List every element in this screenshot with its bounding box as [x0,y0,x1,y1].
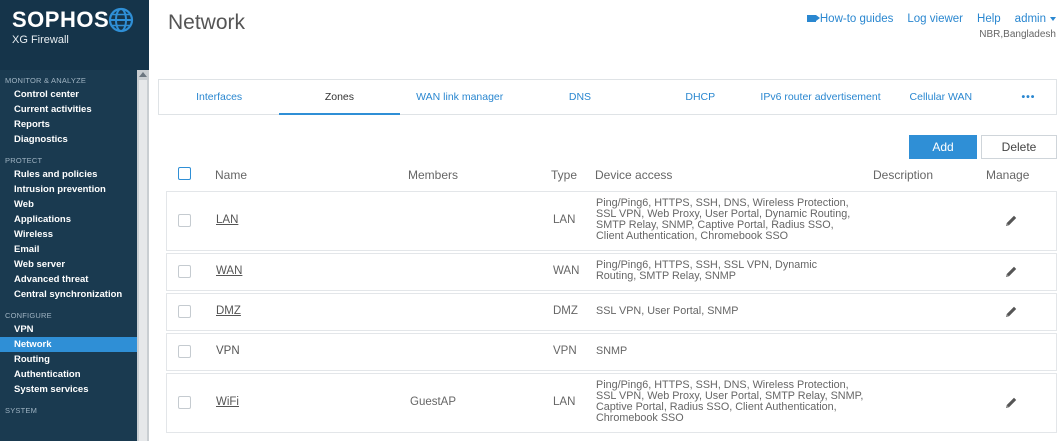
zone-name-link[interactable]: WiFi [216,396,239,408]
column-name: Name [215,168,248,182]
zone-members: GuestAP [410,396,457,408]
sidebar-item-network[interactable]: Network [0,337,137,352]
tab-zones[interactable]: Zones [279,80,400,115]
sidebar-item-wireless[interactable]: Wireless [0,227,137,242]
log-viewer-link[interactable]: Log viewer [907,13,963,25]
chevron-down-icon [1050,16,1056,21]
sidebar-item-control-center[interactable]: Control center [0,87,137,102]
tab-dns[interactable]: DNS [520,80,640,114]
zone-name-link[interactable]: LAN [216,214,238,226]
user-menu[interactable]: admin [1015,13,1056,25]
zone-name-link[interactable]: WAN [216,265,242,277]
sidebar-item-web-server[interactable]: Web server [0,257,137,272]
brand: SOPHOS XG Firewall [0,0,149,70]
edit-pencil-icon[interactable] [1004,214,1018,228]
zone-device-access: SSL VPN, User Portal, SNMP [596,304,866,317]
sidebar-section-title: SYSTEM [5,406,38,415]
edit-pencil-icon[interactable] [1004,396,1018,410]
zone-type: LAN [553,214,576,226]
row-checkbox[interactable] [178,305,191,318]
help-link[interactable]: Help [977,13,1001,25]
sidebar-item-central-synchronization[interactable]: Central synchronization [0,287,137,302]
device-access-line: Routing, SMTP Relay, SNMP [596,270,737,282]
user-name: admin [1014,13,1046,25]
tab-wan-link-manager[interactable]: WAN link manager [400,80,520,114]
sidebar-item-email[interactable]: Email [0,242,137,257]
sidebar-item-reports[interactable]: Reports [0,117,137,132]
select-all-checkbox[interactable] [178,167,191,180]
tab-bar: Interfaces Zones WAN link manager DNS DHCP IP… [158,79,1057,115]
row-checkbox[interactable] [178,265,191,278]
video-camera-icon [806,15,820,22]
column-manage: Manage [986,168,1030,182]
sidebar-section-title: CONFIGURE [5,311,52,320]
scroll-up-icon[interactable] [139,72,147,77]
zone-device-access: SNMP [596,344,866,357]
table-row[interactable]: WiFi GuestAP LAN Ping/Ping6, HTTPS, SSH, DN… [166,373,1057,433]
tab-more-menu[interactable]: ••• [1001,80,1056,114]
how-to-guides-label: How-to guides [819,13,894,25]
sidebar-item-intrusion-prevention[interactable]: Intrusion prevention [0,182,137,197]
device-location: NBR,Bangladesh [979,29,1056,40]
sidebar-item-vpn[interactable]: VPN [0,322,137,337]
scrollbar-thumb[interactable] [139,80,147,441]
add-button[interactable]: Add [909,135,977,159]
zone-type: WAN [553,265,580,277]
row-checkbox[interactable] [178,396,191,409]
zone-name-link[interactable]: DMZ [216,305,241,317]
tab-cellular-wan[interactable]: Cellular WAN [881,80,1001,114]
table-header: Name Members Type Device access Descript… [166,164,1057,186]
table-row[interactable]: LAN LAN Ping/Ping6, HTTPS, SSH, DNS, Wirel… [166,191,1057,251]
sidebar-item-routing[interactable]: Routing [0,352,137,367]
sidebar-item-current-activities[interactable]: Current activities [0,102,137,117]
page-title: Network [168,11,246,34]
tab-ipv6-router-advertisement[interactable]: IPv6 router advertisement [760,80,880,114]
table-row[interactable]: WAN WAN Ping/Ping6, HTTPS, SSH, SSL VPN, D… [166,253,1057,291]
column-device-access: Device access [595,168,673,182]
tab-interfaces[interactable]: Interfaces [159,80,279,114]
zone-type: LAN [553,396,576,408]
edit-pencil-icon[interactable] [1004,265,1018,279]
sidebar: SOPHOS XG Firewall MONITOR & ANALYZE Cont… [0,0,149,441]
edit-pencil-icon[interactable] [1004,305,1018,319]
row-checkbox[interactable] [178,345,191,358]
delete-button[interactable]: Delete [981,135,1057,159]
table-row[interactable]: VPN VPN SNMP [166,333,1057,371]
column-description: Description [873,168,934,182]
sidebar-section-title: MONITOR & ANALYZE [5,76,87,85]
row-checkbox[interactable] [178,214,191,227]
sidebar-item-rules-and-policies[interactable]: Rules and policies [0,167,137,182]
device-access-line: SSL VPN, User Portal, SNMP [596,304,739,317]
device-access-line: Chromebook SSO [596,412,684,424]
device-access-line: Client Authentication, Chromebook SSO [596,230,789,242]
product-name: XG Firewall [12,34,69,46]
sidebar-item-system-services[interactable]: System services [0,382,137,397]
sidebar-scrollbar[interactable] [137,70,149,441]
zone-device-access: Ping/Ping6, HTTPS, SSH, DNS, Wireless Pr… [596,380,866,424]
top-links: How-to guides Log viewer Help admin [793,13,1056,25]
how-to-guides-link[interactable]: How-to guides [806,13,894,25]
sidebar-item-web[interactable]: Web [0,197,137,212]
zone-device-access: Ping/Ping6, HTTPS, SSH, SSL VPN, Dynamic… [596,260,866,282]
column-members: Members [408,168,459,182]
zone-device-access: Ping/Ping6, HTTPS, SSH, DNS, Wireless Pr… [596,198,866,242]
column-type: Type [551,168,578,182]
globe-logo-icon [108,7,134,33]
sidebar-item-authentication[interactable]: Authentication [0,367,137,382]
sidebar-item-applications[interactable]: Applications [0,212,137,227]
device-access-line: SNMP [596,344,628,357]
sidebar-section-title: PROTECT [5,156,43,165]
tab-dhcp[interactable]: DHCP [640,80,760,114]
sidebar-nav: MONITOR & ANALYZE Control center Current a… [0,75,137,417]
zone-type: VPN [553,345,577,357]
sidebar-item-advanced-threat[interactable]: Advanced threat [0,272,137,287]
table-row[interactable]: DMZ DMZ SSL VPN, User Portal, SNMP [166,293,1057,331]
zone-name-link: VPN [216,345,240,357]
sidebar-item-diagnostics[interactable]: Diagnostics [0,132,137,147]
zone-type: DMZ [553,305,578,317]
